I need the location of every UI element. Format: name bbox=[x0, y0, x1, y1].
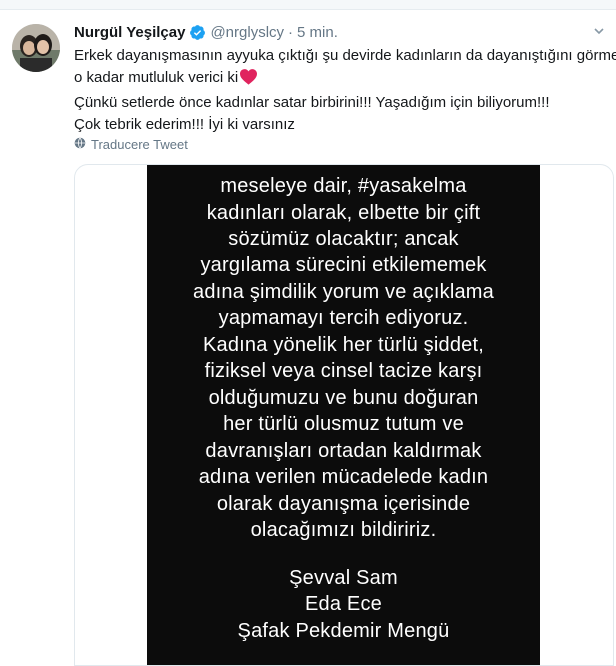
story-line: fiziksel veya cinsel tacize karşı bbox=[204, 360, 483, 382]
story-line: yargılama sürecini etkilememek bbox=[200, 254, 487, 276]
tweet-text-line: Çok tebrik ederim!!! İyi ki varsınız bbox=[74, 116, 295, 133]
tweet-text-line-with-heart: o kadar mutluluk verici ki bbox=[74, 67, 614, 92]
separator: · bbox=[288, 23, 294, 41]
tweet-header: Nurgül Yeşilçay @nrglyslcy · 5 min. bbox=[74, 22, 338, 42]
signature-line: Şevval Sam bbox=[289, 567, 398, 589]
author-handle[interactable]: @nrglyslcy bbox=[210, 24, 284, 41]
story-line: yapmamayı tercih ediyoruz. bbox=[218, 307, 469, 329]
story-line: Kadına yönelik her türlü şiddet, bbox=[202, 334, 484, 356]
story-line: adına şimdilik yorum ve açıklama bbox=[193, 281, 494, 303]
translate-tweet-link[interactable]: Traducere Tweet bbox=[74, 137, 188, 152]
tweet-text: Erkek dayanışmasının ayyuka çıktığı şu d… bbox=[74, 45, 616, 136]
tweet-timestamp[interactable]: 5 min. bbox=[297, 24, 338, 41]
story-line: sözümüz olacaktır; ancak bbox=[228, 228, 459, 250]
cropped-text-line: ​ bbox=[147, 165, 540, 175]
heart-emoji-icon bbox=[239, 68, 258, 92]
top-divider bbox=[0, 0, 616, 10]
tweet-text-line: Çünkü setlerde önce kadınlar satar birbi… bbox=[74, 94, 550, 111]
signature-line: Eda Ece bbox=[304, 593, 382, 615]
avatar[interactable] bbox=[12, 24, 60, 72]
story-line: davranışları ortadan kaldırmak bbox=[205, 440, 482, 462]
story-line: kadınları olarak, elbette bir çift bbox=[206, 202, 481, 224]
tweet-text-line: o kadar mutluluk verici ki bbox=[74, 69, 239, 86]
verified-badge-icon bbox=[189, 24, 206, 41]
tweet-text-line: Erkek dayanışmasının ayyuka çıktığı şu d… bbox=[74, 47, 616, 64]
story-line: olacağımızı bildiririz. bbox=[250, 519, 437, 541]
story-line: adına verilen mücadelede kadın bbox=[198, 466, 489, 488]
author-name[interactable]: Nurgül Yeşilçay bbox=[74, 24, 185, 41]
signature-line: Şafak Pekdemir Mengü bbox=[237, 620, 450, 642]
story-line: her türlü olusmuz tutum ve bbox=[223, 413, 464, 435]
globe-icon bbox=[74, 137, 86, 152]
story-image: ​ meseleye dair, #yasakelma kadınları ol… bbox=[147, 165, 540, 665]
media-attachment[interactable]: ​ meseleye dair, #yasakelma kadınları ol… bbox=[74, 164, 614, 666]
translate-label: Traducere Tweet bbox=[91, 137, 188, 152]
story-line: olarak dayanışma içerisinde bbox=[216, 493, 471, 515]
chevron-down-icon[interactable] bbox=[592, 24, 606, 38]
story-line: olduğumuzu ve bunu doğuran bbox=[208, 387, 479, 409]
story-line: meseleye dair, #yasakelma bbox=[220, 175, 467, 197]
